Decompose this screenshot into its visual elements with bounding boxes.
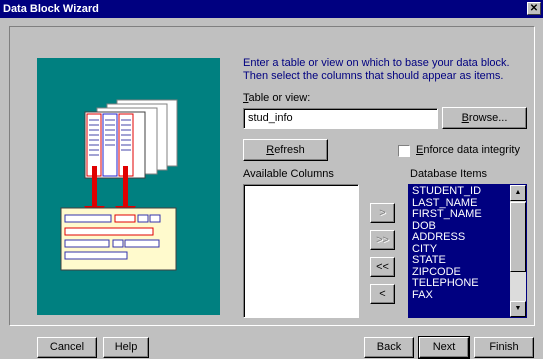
- move-one-right-button[interactable]: >: [370, 203, 395, 223]
- scroll-down-icon[interactable]: ▼: [510, 301, 526, 317]
- enforce-integrity-checkbox[interactable]: [398, 145, 410, 157]
- list-item[interactable]: STUDENT_ID: [412, 185, 508, 198]
- move-one-left-button[interactable]: <: [370, 284, 395, 304]
- list-item[interactable]: STATE: [412, 254, 508, 267]
- database-items-entries: STUDENT_ID LAST_NAME FIRST_NAME DOB ADDR…: [412, 185, 508, 302]
- refresh-accel: R: [266, 144, 275, 156]
- close-icon[interactable]: ✕: [527, 2, 541, 15]
- browse-rest: rowse...: [468, 112, 508, 124]
- list-item[interactable]: FIRST_NAME: [412, 208, 508, 221]
- finish-button[interactable]: Finish: [474, 337, 534, 358]
- list-item[interactable]: ADDRESS: [412, 231, 508, 244]
- move-all-right-button[interactable]: >>: [370, 230, 395, 250]
- enforce-integrity-label[interactable]: Enforce data integrity: [416, 144, 520, 156]
- title-bar: Data Block Wizard ✕: [0, 0, 543, 18]
- enforce-rest: nforce data integrity: [423, 144, 520, 156]
- window-title: Data Block Wizard: [3, 3, 99, 15]
- instruction-line-1: Enter a table or view on which to base y…: [243, 57, 510, 69]
- refresh-rest: efresh: [274, 144, 305, 156]
- cancel-button[interactable]: Cancel: [37, 337, 97, 358]
- next-button[interactable]: Next: [418, 336, 470, 359]
- browse-button[interactable]: Browse...: [442, 107, 527, 129]
- list-item[interactable]: TELEPHONE: [412, 277, 508, 290]
- back-button[interactable]: Back: [364, 337, 414, 358]
- instruction-text: Enter a table or view on which to base y…: [243, 57, 533, 83]
- scroll-up-icon[interactable]: ▲: [510, 185, 526, 201]
- data-block-illustration-icon: [60, 99, 178, 271]
- available-columns-label: Available Columns: [243, 168, 334, 180]
- table-or-view-input[interactable]: stud_info: [243, 108, 438, 129]
- database-items-scrollbar[interactable]: ▲ ▼: [510, 185, 526, 317]
- wizard-illustration: [37, 58, 220, 315]
- help-button[interactable]: Help: [103, 337, 149, 358]
- table-or-view-label: Table or view:: [243, 92, 310, 104]
- browse-accel: B: [461, 112, 469, 124]
- database-items-label: Database Items: [410, 168, 488, 180]
- instruction-line-2: Then select the columns that should appe…: [243, 70, 504, 82]
- scroll-thumb[interactable]: [510, 202, 526, 272]
- list-item[interactable]: FAX: [412, 289, 508, 302]
- move-all-left-button[interactable]: <<: [370, 257, 395, 277]
- database-items-list[interactable]: STUDENT_ID LAST_NAME FIRST_NAME DOB ADDR…: [408, 184, 527, 318]
- refresh-button[interactable]: Refresh: [243, 139, 328, 161]
- table-label-rest: able or view:: [248, 92, 311, 104]
- available-columns-list[interactable]: [243, 184, 359, 318]
